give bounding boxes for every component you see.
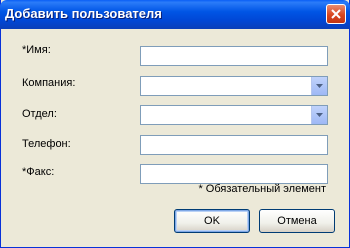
ok-button[interactable]: OK — [174, 209, 250, 233]
name-label: *Имя: — [22, 44, 51, 56]
department-label: Отдел: — [22, 108, 57, 120]
title-bar[interactable]: Добавить пользователя — [0, 0, 350, 29]
fax-field[interactable] — [140, 164, 328, 184]
phone-field[interactable] — [140, 135, 328, 155]
company-dropdown-button[interactable] — [311, 77, 327, 95]
phone-label: Телефон: — [22, 138, 71, 150]
fax-label: *Факс: — [22, 166, 55, 178]
company-label: Компания: — [22, 77, 76, 89]
dialog-title: Добавить пользователя — [5, 6, 162, 21]
company-select[interactable] — [140, 76, 328, 96]
cancel-button[interactable]: Отмена — [259, 209, 335, 233]
name-field[interactable] — [140, 46, 328, 66]
add-user-dialog: Добавить пользователя *Имя: Компания: От… — [0, 0, 350, 248]
department-select[interactable] — [140, 105, 328, 125]
department-dropdown-button[interactable] — [311, 106, 327, 124]
required-note: * Обязательный элемент — [198, 183, 326, 195]
close-button[interactable] — [326, 4, 346, 24]
